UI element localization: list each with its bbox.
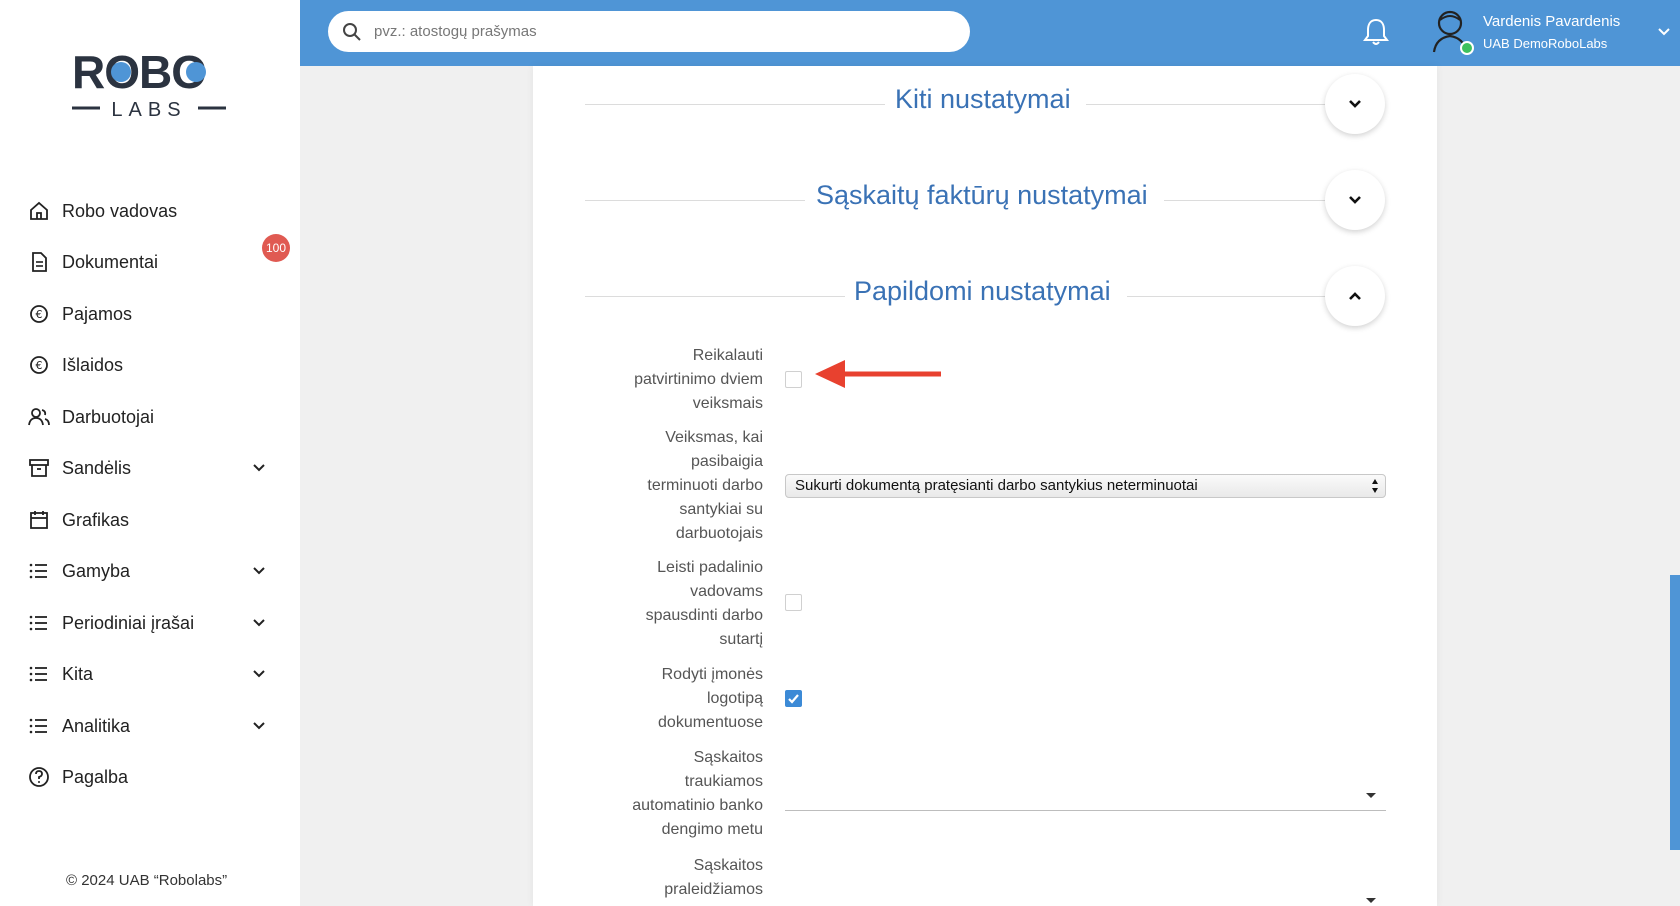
sidebar-item-label: Pagalba: [62, 766, 129, 787]
auto-bank-select[interactable]: [785, 783, 1386, 811]
dept-print-label: Leisti padalinio vadovams spausdinti dar…: [645, 559, 763, 648]
sidebar-item-label: Gamyba: [62, 560, 131, 581]
chevron-down-icon[interactable]: [250, 614, 268, 632]
caret-down-icon: [1366, 793, 1376, 798]
sidebar-item-kita[interactable]: Kita: [28, 657, 268, 691]
divider-line: [585, 200, 805, 201]
sidebar-item-label: Pajamos: [62, 303, 133, 324]
divider-line: [1164, 200, 1326, 201]
user-name[interactable]: Vardenis Pavardenis: [1483, 13, 1620, 30]
home-icon: [28, 200, 50, 222]
auto-bank-label: Sąskaitos traukiamos automatinio banko d…: [632, 749, 763, 838]
sidebar-item-analitika[interactable]: Analitika: [28, 709, 268, 743]
top-bar: Vardenis Pavardenis UAB DemoRoboLabs: [300, 0, 1680, 66]
svg-text:LABS: LABS: [111, 99, 186, 120]
section-title-papildomi: Papildomi nustatymai: [854, 276, 1111, 306]
search-box[interactable]: [328, 11, 970, 52]
divider-line: [1086, 104, 1326, 105]
notifications-bell-icon[interactable]: [1362, 17, 1390, 47]
svg-text:€: €: [36, 359, 43, 372]
select-arrows-icon: [1372, 479, 1378, 493]
svg-text:€: €: [36, 308, 43, 321]
sidebar-item-darbuotojai[interactable]: Darbuotojai: [28, 400, 268, 434]
chevron-down-icon: [1349, 196, 1361, 204]
section-title-saskaitu: Sąskaitų faktūrų nustatymai: [816, 180, 1148, 210]
robolabs-logo[interactable]: ROBO LABS: [72, 44, 226, 120]
archive-icon: [28, 457, 50, 479]
sidebar-item-sandėlis[interactable]: Sandėlis: [28, 451, 268, 485]
document-icon: [28, 251, 50, 273]
divider-line: [585, 104, 885, 105]
sidebar-item-periodiniai-įrašai[interactable]: Periodiniai įrašai: [28, 606, 268, 640]
calendar-icon: [28, 509, 50, 531]
expand-kiti-button[interactable]: [1325, 74, 1385, 134]
documents-count-badge: 100: [262, 234, 290, 262]
skipped-invoices-select[interactable]: [785, 888, 1386, 906]
list-icon: [28, 560, 50, 582]
divider-line: [585, 296, 845, 297]
sidebar-item-pagalba[interactable]: Pagalba: [28, 760, 268, 794]
show-logo-checkbox[interactable]: [785, 690, 802, 707]
sidebar-item-label: Robo vadovas: [62, 200, 178, 221]
chevron-down-icon[interactable]: [250, 717, 268, 735]
list-icon: [28, 612, 50, 634]
contract-end-action-label: Veiksmas, kai pasibaigia terminuoti darb…: [647, 429, 763, 542]
section-title-kiti: Kiti nustatymai: [895, 84, 1071, 114]
dept-print-checkbox[interactable]: [785, 594, 802, 611]
user-avatar-icon[interactable]: [1428, 6, 1476, 56]
chevron-down-icon[interactable]: [1656, 24, 1672, 40]
sidebar-item-label: Grafikas: [62, 509, 130, 530]
sidebar-item-gamyba[interactable]: Gamyba: [28, 554, 268, 588]
search-input[interactable]: [374, 23, 934, 40]
sidebar-item-pajamos[interactable]: € Pajamos: [28, 297, 268, 331]
sidebar-item-dokumentai[interactable]: Dokumentai: [28, 245, 268, 279]
collapse-papildomi-button[interactable]: [1325, 266, 1385, 326]
contract-end-action-select[interactable]: Sukurti dokumentą pratęsianti darbo sant…: [785, 474, 1386, 498]
sidebar-item-label: Analitika: [62, 715, 131, 736]
euro-in-icon: €: [28, 303, 50, 325]
user-company[interactable]: UAB DemoRoboLabs: [1483, 36, 1607, 51]
sidebar-item-grafikas[interactable]: Grafikas: [28, 503, 268, 537]
sidebar-item-label: Kita: [62, 663, 94, 684]
sidebar-item-label: Išlaidos: [62, 354, 124, 375]
list-icon: [28, 715, 50, 737]
chevron-down-icon[interactable]: [250, 459, 268, 477]
chevron-down-icon[interactable]: [250, 665, 268, 683]
svg-text:ROBO: ROBO: [72, 46, 206, 98]
sidebar: ROBO LABS Robo vadovas Dokumentai € Pajamos…: [0, 0, 300, 906]
copyright-text: © 2024 UAB “Robolabs”: [66, 872, 228, 889]
sidebar-item-label: Periodiniai įrašai: [62, 612, 195, 633]
sidebar-item-išlaidos[interactable]: € Išlaidos: [28, 348, 268, 382]
sidebar-item-label: Dokumentai: [62, 251, 159, 272]
divider-line: [1127, 296, 1326, 297]
help-icon: [28, 766, 50, 788]
two-step-approval-checkbox[interactable]: [785, 371, 802, 388]
checkmark-icon: [788, 694, 799, 704]
chevron-down-icon[interactable]: [250, 562, 268, 580]
chevron-down-icon: [1349, 100, 1361, 108]
search-icon: [343, 22, 361, 41]
caret-down-icon: [1366, 898, 1376, 903]
skipped-invoices-label: Sąskaitos praleidžiamos: [664, 857, 763, 898]
page-scrollbar[interactable]: [1670, 575, 1680, 850]
euro-out-icon: €: [28, 354, 50, 376]
settings-card: Kiti nustatymai Sąskaitų faktūrų nustaty…: [533, 66, 1437, 906]
sidebar-item-label: Sandėlis: [62, 457, 132, 478]
annotation-arrow-icon: [815, 360, 941, 388]
sidebar-item-label: Darbuotojai: [62, 406, 155, 427]
sidebar-item-robo-vadovas[interactable]: Robo vadovas: [28, 194, 268, 228]
expand-saskaitu-button[interactable]: [1325, 170, 1385, 230]
users-icon: [28, 406, 50, 428]
show-logo-label: Rodyti įmonės logotipą dokumentuose: [658, 666, 763, 731]
list-icon: [28, 663, 50, 685]
two-step-approval-label: Reikalauti patvirtinimo dviem veiksmais: [634, 347, 763, 412]
chevron-up-icon: [1349, 292, 1361, 300]
